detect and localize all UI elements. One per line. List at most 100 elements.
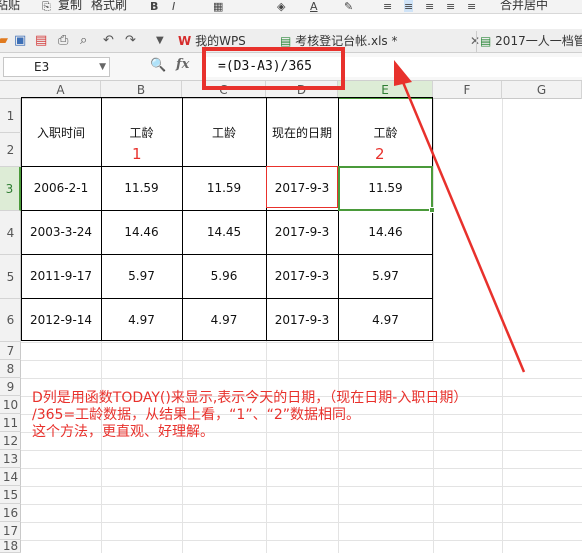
insert-function-button[interactable]: fx [176, 57, 189, 72]
clear-format-icon[interactable]: ✎ [344, 0, 353, 13]
note-line-2: /365=工龄数据，从结果上看，“1”、“2”数据相同。 [32, 407, 360, 423]
annotation-mark-2: 2 [375, 145, 385, 163]
row-header-14[interactable]: 14 [0, 468, 21, 486]
font-color-icon[interactable]: A [310, 0, 318, 13]
row-header-9[interactable]: 9 [0, 378, 21, 396]
format-painter-button[interactable]: 格式刷 [91, 0, 127, 13]
row-header-10[interactable]: 10 [0, 396, 21, 414]
gridline [21, 468, 582, 469]
row-header-12[interactable]: 12 [0, 432, 21, 450]
row-header-18[interactable]: 18 [0, 540, 21, 553]
row-header-2[interactable]: 2 [0, 133, 21, 167]
row-header-1[interactable]: 1 [0, 99, 21, 133]
row-header-3[interactable]: 3 [0, 167, 21, 211]
column-header-g[interactable]: G [502, 81, 582, 99]
cell-a3[interactable]: 2006-2-1 [21, 166, 101, 210]
fill-color-icon[interactable]: ◈ [277, 0, 285, 13]
row-header-5[interactable]: 5 [0, 255, 21, 299]
cell-b4[interactable]: 14.46 [101, 210, 182, 254]
cell-e6[interactable]: 4.97 [338, 298, 433, 341]
cell-e1[interactable]: 工龄 [338, 98, 433, 166]
copy-button[interactable]: 复制 [58, 0, 82, 13]
open-folder-icon[interactable]: ▰ [0, 33, 8, 48]
chevron-down-icon[interactable]: ▼ [99, 58, 106, 76]
row-header-11[interactable]: 11 [0, 414, 21, 432]
gridline [21, 540, 582, 541]
column-header-a[interactable]: A [21, 81, 101, 99]
row-header-7[interactable]: 7 [0, 342, 21, 360]
cell-c5[interactable]: 5.96 [182, 254, 266, 298]
cell-e4[interactable]: 14.46 [338, 210, 433, 254]
formula-highlight-box [202, 47, 345, 90]
cell-b5[interactable]: 5.97 [101, 254, 182, 298]
row-headers: 1 2 3 4 5 6 7 8 9 10 11 12 13 14 15 16 1… [0, 99, 21, 553]
spreadsheet-icon: ▤ [280, 34, 292, 48]
row-header-8[interactable]: 8 [0, 360, 21, 378]
gridline [502, 99, 503, 553]
row-header-4[interactable]: 4 [0, 211, 21, 255]
cell-c3[interactable]: 11.59 [182, 166, 266, 210]
gridline [21, 522, 582, 523]
copy-icon: ⎘ [42, 0, 51, 13]
cell-a1[interactable]: 入职时间 [21, 98, 101, 166]
cell-b3[interactable]: 11.59 [101, 166, 182, 210]
cell-c1[interactable]: 工龄 [182, 98, 266, 166]
align-left-icon[interactable]: ≡ [383, 0, 392, 13]
paste-button[interactable]: 粘贴 [0, 0, 20, 13]
fill-handle[interactable] [429, 207, 435, 213]
print-preview-icon[interactable]: ⌕ [80, 33, 87, 48]
cell-c4[interactable]: 14.45 [182, 210, 266, 254]
explanation-note: D列是用函数TODAY()来显示,表示今天的日期，（现在日期-入职日期） /36… [32, 390, 562, 441]
column-header-f[interactable]: F [433, 81, 502, 99]
note-line-1: D列是用函数TODAY()来显示,表示今天的日期，（现在日期-入职日期） [32, 390, 468, 406]
quick-access-dropdown-icon[interactable]: ▼ [156, 35, 164, 46]
align-right-icon[interactable]: ≡ [425, 0, 434, 13]
export-pdf-icon[interactable]: ▤ [35, 33, 47, 48]
cell-d5[interactable]: 2017-9-3 [266, 254, 338, 298]
annotation-mark-1: 1 [132, 145, 142, 163]
cell-a6[interactable]: 2012-9-14 [21, 298, 101, 341]
cell-c6[interactable]: 4.97 [182, 298, 266, 341]
tab-2017-archive[interactable]: ▤ 2017一人一档管 [476, 31, 582, 52]
column-header-b[interactable]: B [101, 81, 182, 99]
row-header-13[interactable]: 13 [0, 450, 21, 468]
cell-d6[interactable]: 2017-9-3 [266, 298, 338, 341]
gridline [21, 342, 582, 343]
align-center-icon[interactable]: ≡ [404, 0, 414, 13]
cell-b6[interactable]: 4.97 [101, 298, 182, 341]
cell-e5[interactable]: 5.97 [338, 254, 433, 298]
column-header-e[interactable]: E [338, 81, 433, 99]
row-header-16[interactable]: 16 [0, 504, 21, 522]
active-cell-selection [338, 166, 435, 213]
bold-icon[interactable]: B [150, 0, 158, 13]
row-header-15[interactable]: 15 [0, 486, 21, 504]
merge-center-button[interactable]: 合并居中 [500, 0, 548, 13]
row-header-17[interactable]: 17 [0, 522, 21, 540]
spreadsheet-icon: ▤ [480, 34, 492, 48]
cell-d1[interactable]: 现在的日期 [266, 98, 338, 166]
row-header-6[interactable]: 6 [0, 299, 21, 342]
name-box[interactable]: E3 ▼ [3, 57, 110, 77]
justify-icon[interactable]: ≡ [446, 0, 455, 13]
gridline [21, 360, 582, 361]
gridline [21, 504, 582, 505]
border-icon[interactable]: ▦ [213, 0, 223, 13]
distributed-icon[interactable]: ≡ [467, 0, 476, 13]
cell-d4[interactable]: 2017-9-3 [266, 210, 338, 254]
print-icon[interactable]: ⎙ [58, 33, 68, 48]
referenced-cell-outline [266, 166, 338, 208]
gridline [21, 486, 582, 487]
save-icon[interactable]: ▣ [14, 33, 26, 48]
ribbon-toolbar: 粘贴 ⎘ 复制 格式刷 B I ▦ ◈ A ✎ ≡ ≡ ≡ ≡ ≡ 合并居中 [0, 0, 582, 14]
cell-a5[interactable]: 2011-9-17 [21, 254, 101, 298]
cell-a4[interactable]: 2003-3-24 [21, 210, 101, 254]
italic-icon[interactable]: I [172, 0, 175, 13]
gridline [21, 378, 582, 379]
redo-icon[interactable]: ↷ [125, 33, 136, 48]
wps-icon: W [178, 34, 192, 48]
note-line-3: 这个方法，更直观、好理解。 [32, 424, 214, 440]
undo-icon[interactable]: ↶ [103, 33, 114, 48]
gridline [21, 450, 582, 451]
zoom-search-icon[interactable]: 🔍 [150, 58, 166, 73]
gridline [433, 99, 434, 553]
